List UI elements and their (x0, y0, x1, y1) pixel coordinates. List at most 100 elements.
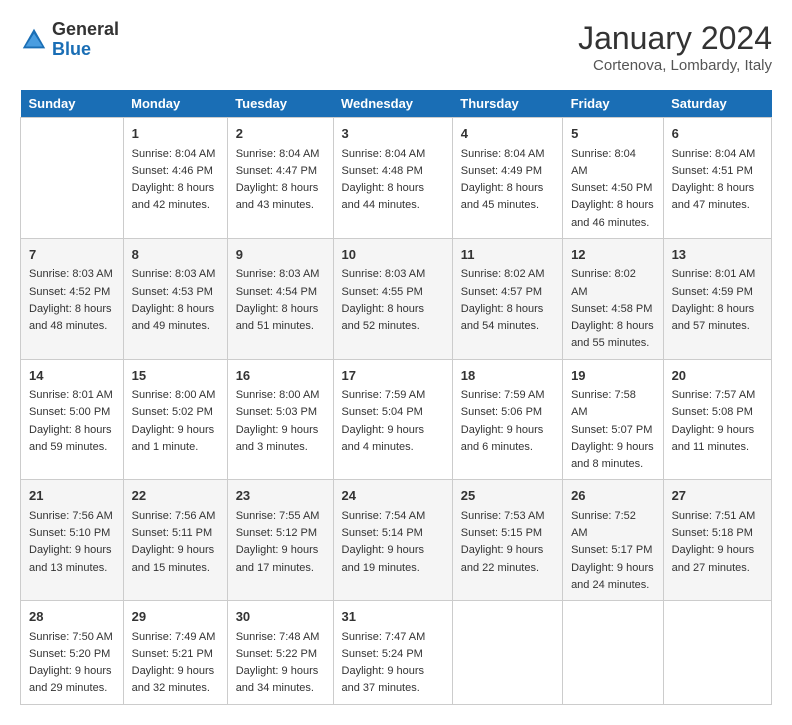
calendar-cell: 8 Sunrise: 8:03 AMSunset: 4:53 PMDaylight… (123, 238, 227, 359)
calendar-cell (21, 118, 124, 239)
calendar-cell: 17Sunrise: 7:59 AMSunset: 5:04 PMDayligh… (333, 359, 452, 480)
calendar-week-row: 14 Sunrise: 8:01 AMSunset: 5:00 PMDayligh… (21, 359, 772, 480)
calendar-cell: 2 Sunrise: 8:04 AMSunset: 4:47 PMDaylight… (227, 118, 333, 239)
day-number: 21 (29, 486, 115, 506)
calendar-cell (452, 601, 562, 705)
calendar-cell: 15 Sunrise: 8:00 AMSunset: 5:02 PMDayligh… (123, 359, 227, 480)
calendar-week-row: 7 Sunrise: 8:03 AMSunset: 4:52 PMDaylight… (21, 238, 772, 359)
day-number: 30 (236, 607, 325, 627)
day-number: 8 (132, 245, 219, 265)
sunrise-info: Sunrise: 7:55 AMSunset: 5:12 PMDaylight:… (236, 510, 320, 574)
calendar-cell: 30Sunrise: 7:48 AMSunset: 5:22 PMDayligh… (227, 601, 333, 705)
sunrise-info: Sunrise: 8:03 AMSunset: 4:52 PMDaylight:… (29, 268, 113, 332)
day-number: 28 (29, 607, 115, 627)
day-number: 19 (571, 366, 655, 386)
day-number: 27 (672, 486, 763, 506)
day-number: 26 (571, 486, 655, 506)
page-header: General Blue January 2024 Cortenova, Lom… (20, 20, 772, 74)
header-monday: Monday (123, 90, 227, 118)
sunrise-info: Sunrise: 8:03 AMSunset: 4:55 PMDaylight:… (342, 268, 426, 332)
calendar-cell: 3 Sunrise: 8:04 AMSunset: 4:48 PMDaylight… (333, 118, 452, 239)
logo-line1: General (52, 19, 119, 39)
calendar-subtitle: Cortenova, Lombardy, Italy (578, 57, 772, 74)
calendar-cell: 12Sunrise: 8:02 AMSunset: 4:58 PMDayligh… (563, 238, 664, 359)
calendar-week-row: 21 Sunrise: 7:56 AMSunset: 5:10 PMDayligh… (21, 480, 772, 601)
sunrise-info: Sunrise: 7:54 AMSunset: 5:14 PMDaylight:… (342, 510, 426, 574)
day-number: 9 (236, 245, 325, 265)
calendar-cell: 28Sunrise: 7:50 AMSunset: 5:20 PMDayligh… (21, 601, 124, 705)
day-number: 23 (236, 486, 325, 506)
day-number: 4 (461, 124, 554, 144)
day-number: 11 (461, 245, 554, 265)
header-wednesday: Wednesday (333, 90, 452, 118)
sunrise-info: Sunrise: 8:04 AMSunset: 4:48 PMDaylight:… (342, 148, 426, 212)
calendar-cell: 21 Sunrise: 7:56 AMSunset: 5:10 PMDayligh… (21, 480, 124, 601)
day-number: 3 (342, 124, 444, 144)
calendar-cell (663, 601, 771, 705)
day-number: 6 (672, 124, 763, 144)
header-sunday: Sunday (21, 90, 124, 118)
sunrise-info: Sunrise: 8:04 AMSunset: 4:51 PMDaylight:… (672, 148, 756, 212)
sunrise-info: Sunrise: 8:04 AMSunset: 4:50 PMDaylight:… (571, 148, 654, 229)
calendar-cell: 24 Sunrise: 7:54 AMSunset: 5:14 PMDayligh… (333, 480, 452, 601)
sunrise-info: Sunrise: 8:00 AMSunset: 5:02 PMDaylight:… (132, 389, 216, 453)
calendar-cell: 31 Sunrise: 7:47 AMSunset: 5:24 PMDayligh… (333, 601, 452, 705)
day-number: 14 (29, 366, 115, 386)
calendar-cell: 20 Sunrise: 7:57 AMSunset: 5:08 PMDayligh… (663, 359, 771, 480)
sunrise-info: Sunrise: 8:04 AMSunset: 4:47 PMDaylight:… (236, 148, 320, 212)
day-number: 1 (132, 124, 219, 144)
sunrise-info: Sunrise: 7:58 AMSunset: 5:07 PMDaylight:… (571, 389, 654, 470)
calendar-cell: 18 Sunrise: 7:59 AMSunset: 5:06 PMDayligh… (452, 359, 562, 480)
day-number: 10 (342, 245, 444, 265)
sunrise-info: Sunrise: 8:04 AMSunset: 4:46 PMDaylight:… (132, 148, 216, 212)
calendar-cell (563, 601, 664, 705)
calendar-cell: 11Sunrise: 8:02 AMSunset: 4:57 PMDayligh… (452, 238, 562, 359)
sunrise-info: Sunrise: 7:59 AMSunset: 5:04 PMDaylight:… (342, 389, 426, 453)
sunrise-info: Sunrise: 8:03 AMSunset: 4:53 PMDaylight:… (132, 268, 216, 332)
header-row: Sunday Monday Tuesday Wednesday Thursday… (21, 90, 772, 118)
calendar-cell: 26Sunrise: 7:52 AMSunset: 5:17 PMDayligh… (563, 480, 664, 601)
calendar-cell: 27 Sunrise: 7:51 AMSunset: 5:18 PMDayligh… (663, 480, 771, 601)
day-number: 25 (461, 486, 554, 506)
sunrise-info: Sunrise: 7:56 AMSunset: 5:10 PMDaylight:… (29, 510, 113, 574)
sunrise-info: Sunrise: 8:04 AMSunset: 4:49 PMDaylight:… (461, 148, 545, 212)
calendar-title: January 2024 (578, 20, 772, 57)
header-saturday: Saturday (663, 90, 771, 118)
calendar-cell: 16Sunrise: 8:00 AMSunset: 5:03 PMDayligh… (227, 359, 333, 480)
sunrise-info: Sunrise: 7:47 AMSunset: 5:24 PMDaylight:… (342, 631, 426, 695)
calendar-cell: 22Sunrise: 7:56 AMSunset: 5:11 PMDayligh… (123, 480, 227, 601)
header-thursday: Thursday (452, 90, 562, 118)
sunrise-info: Sunrise: 7:57 AMSunset: 5:08 PMDaylight:… (672, 389, 756, 453)
sunrise-info: Sunrise: 8:01 AMSunset: 4:59 PMDaylight:… (672, 268, 756, 332)
header-friday: Friday (563, 90, 664, 118)
sunrise-info: Sunrise: 7:51 AMSunset: 5:18 PMDaylight:… (672, 510, 756, 574)
calendar-cell: 7 Sunrise: 8:03 AMSunset: 4:52 PMDaylight… (21, 238, 124, 359)
day-number: 18 (461, 366, 554, 386)
day-number: 2 (236, 124, 325, 144)
day-number: 31 (342, 607, 444, 627)
sunrise-info: Sunrise: 7:49 AMSunset: 5:21 PMDaylight:… (132, 631, 216, 695)
sunrise-info: Sunrise: 7:53 AMSunset: 5:15 PMDaylight:… (461, 510, 545, 574)
day-number: 29 (132, 607, 219, 627)
calendar-cell: 9 Sunrise: 8:03 AMSunset: 4:54 PMDaylight… (227, 238, 333, 359)
day-number: 5 (571, 124, 655, 144)
calendar-cell: 10 Sunrise: 8:03 AMSunset: 4:55 PMDayligh… (333, 238, 452, 359)
logo-line2: Blue (52, 39, 91, 59)
day-number: 12 (571, 245, 655, 265)
day-number: 7 (29, 245, 115, 265)
sunrise-info: Sunrise: 8:01 AMSunset: 5:00 PMDaylight:… (29, 389, 113, 453)
day-number: 20 (672, 366, 763, 386)
calendar-cell: 13Sunrise: 8:01 AMSunset: 4:59 PMDayligh… (663, 238, 771, 359)
sunrise-info: Sunrise: 7:56 AMSunset: 5:11 PMDaylight:… (132, 510, 216, 574)
sunrise-info: Sunrise: 8:03 AMSunset: 4:54 PMDaylight:… (236, 268, 320, 332)
day-number: 15 (132, 366, 219, 386)
day-number: 24 (342, 486, 444, 506)
title-area: January 2024 Cortenova, Lombardy, Italy (578, 20, 772, 74)
calendar-cell: 25 Sunrise: 7:53 AMSunset: 5:15 PMDayligh… (452, 480, 562, 601)
header-tuesday: Tuesday (227, 90, 333, 118)
calendar-cell: 23 Sunrise: 7:55 AMSunset: 5:12 PMDayligh… (227, 480, 333, 601)
calendar-week-row: 1 Sunrise: 8:04 AMSunset: 4:46 PMDaylight… (21, 118, 772, 239)
day-number: 16 (236, 366, 325, 386)
calendar-cell: 14 Sunrise: 8:01 AMSunset: 5:00 PMDayligh… (21, 359, 124, 480)
sunrise-info: Sunrise: 7:59 AMSunset: 5:06 PMDaylight:… (461, 389, 545, 453)
